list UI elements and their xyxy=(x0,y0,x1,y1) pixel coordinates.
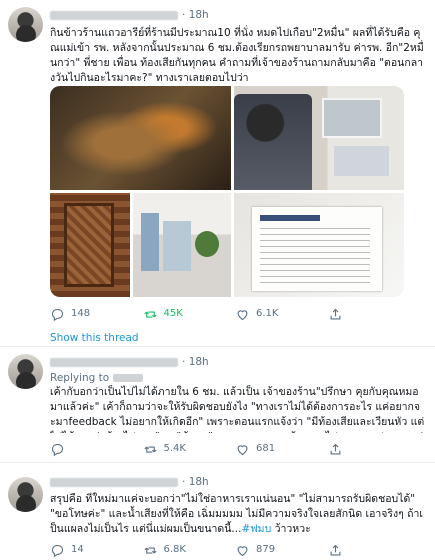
tweet-text: สรุปคือ ที่ใหม่มาแค่จะบอกว่า"ไม่ใช่อาหาร… xyxy=(50,492,425,538)
timestamp[interactable]: 18h xyxy=(189,356,209,368)
tweet-header: · 18h xyxy=(50,8,209,22)
hospital-room-image[interactable] xyxy=(234,86,404,190)
share-button[interactable] xyxy=(328,441,421,457)
tweet-3[interactable]: · 18h สรุปคือ ที่ใหม่มาแค่จะบอกว่า"ไม่ใช… xyxy=(0,463,435,560)
hospital-bill-image[interactable] xyxy=(234,193,404,297)
timestamp[interactable]: 18h xyxy=(189,476,209,488)
tweet-body: สรุปคือ ที่ใหม่มาแค่จะบอกว่า"ไม่ใช่อาหาร… xyxy=(50,493,424,535)
hashtag-link[interactable]: #ฟมบ xyxy=(241,523,271,535)
avatar[interactable] xyxy=(8,7,43,42)
share-icon xyxy=(330,544,340,555)
share-button[interactable] xyxy=(328,542,421,558)
heart-icon xyxy=(237,444,248,455)
like-button[interactable]: 879 xyxy=(235,542,328,558)
like-count: 6.1K xyxy=(256,307,279,319)
like-count: 879 xyxy=(256,543,276,555)
media-grid[interactable] xyxy=(50,86,404,297)
retweet-count: 45K xyxy=(163,307,183,319)
heart-icon xyxy=(237,309,248,320)
retweet-icon xyxy=(143,445,157,453)
tweet-actions: 5.4K 681 xyxy=(50,441,420,457)
reply-icon xyxy=(51,544,64,557)
retweet-count: 6.8K xyxy=(163,543,186,555)
author-name-redacted[interactable] xyxy=(50,357,178,367)
tweet-header: · 18h xyxy=(50,355,209,369)
tweet-header: · 18h xyxy=(50,475,209,489)
food-plate-image[interactable] xyxy=(50,86,231,190)
tweet-text: เค้ากับอกว่าเป็นไปไม่ได้ภายใน 6 ชม. แล้ว… xyxy=(50,386,425,433)
tweet-text: กินข้าวร้านแถวอารีย์ที่ร้านมีประมาณ10 ที… xyxy=(50,27,424,84)
reply-icon xyxy=(51,308,64,321)
reply-button[interactable]: 148 xyxy=(50,306,143,322)
retweet-icon xyxy=(143,310,157,318)
author-name-redacted[interactable] xyxy=(50,10,178,20)
reply-count: 148 xyxy=(71,307,91,319)
heart-icon xyxy=(237,545,248,556)
timestamp[interactable]: 18h xyxy=(189,9,209,21)
reply-count: 14 xyxy=(71,543,84,555)
replying-to-label: Replying to xyxy=(50,372,110,384)
share-icon xyxy=(330,308,340,319)
share-icon xyxy=(330,443,340,454)
retweet-button[interactable]: 5.4K xyxy=(143,441,236,457)
replying-to-handle-redacted[interactable] xyxy=(112,374,143,382)
dot-separator: · xyxy=(182,356,186,368)
retweet-button[interactable]: 6.8K xyxy=(143,542,236,558)
carved-door-image[interactable] xyxy=(50,193,130,297)
replying-to: Replying to xyxy=(50,371,143,386)
reply-icon xyxy=(51,443,64,456)
reply-button[interactable]: 14 xyxy=(50,542,143,558)
tweet-1[interactable]: · 18h กินข้าวร้านแถวอารีย์ที่ร้านมีประมา… xyxy=(0,0,435,346)
retweet-icon xyxy=(143,546,157,554)
avatar[interactable] xyxy=(8,354,43,389)
tweet-tail: ว้าวหวะ xyxy=(271,522,311,535)
author-name-redacted[interactable] xyxy=(50,477,178,487)
dot-separator: · xyxy=(182,476,186,488)
avatar[interactable] xyxy=(8,477,43,512)
share-button[interactable] xyxy=(328,306,421,322)
tweet-actions: 148 45K 6.1K xyxy=(50,306,420,322)
reply-button[interactable] xyxy=(50,441,143,457)
like-button[interactable]: 6.1K xyxy=(235,306,328,322)
tweet-actions: 14 6.8K 879 xyxy=(50,542,420,558)
like-count: 681 xyxy=(256,442,276,454)
like-button[interactable]: 681 xyxy=(235,441,328,457)
retweet-count: 5.4K xyxy=(163,442,186,454)
show-thread-link[interactable]: Show this thread xyxy=(50,331,139,346)
dot-separator: · xyxy=(182,9,186,21)
tweet-2[interactable]: · 18h Replying to เค้ากับอกว่าเป็นไปไม่ไ… xyxy=(0,347,435,461)
hospital-corridor-image[interactable] xyxy=(133,193,231,297)
retweet-button[interactable]: 45K xyxy=(143,306,236,322)
